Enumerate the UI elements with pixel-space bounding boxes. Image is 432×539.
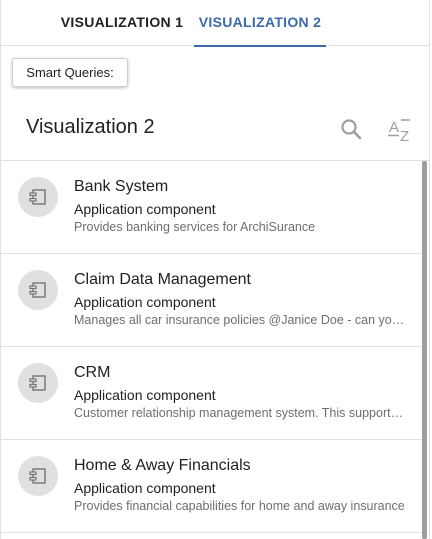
- list-item[interactable]: Claim Data Management Application compon…: [0, 254, 422, 347]
- item-description: Provides financial capabilities for home…: [74, 499, 405, 513]
- list-item[interactable]: CRM Application component Customer relat…: [0, 347, 422, 440]
- item-description: Manages all car insurance policies @Jani…: [74, 313, 408, 327]
- application-component-icon: [29, 189, 46, 205]
- avatar: [18, 363, 58, 403]
- item-type: Application component: [74, 387, 216, 403]
- avatar: [18, 270, 58, 310]
- sort-icon-letter-a: A: [389, 119, 399, 136]
- item-name: CRM: [74, 364, 111, 381]
- tab-visualization-2[interactable]: VISUALIZATION 2: [194, 0, 326, 47]
- item-description: Customer relationship management system.…: [74, 406, 408, 420]
- smart-queries-button[interactable]: Smart Queries:: [12, 58, 128, 87]
- element-list: Bank System Application component Provid…: [0, 161, 422, 533]
- sort-alpha-icon[interactable]: A Z: [386, 116, 416, 144]
- tab-bar: VISUALIZATION 1 VISUALIZATION 2: [0, 0, 430, 47]
- application-component-icon: [29, 468, 46, 484]
- list-item[interactable]: Bank System Application component Provid…: [0, 161, 422, 254]
- scrollbar[interactable]: [422, 161, 427, 539]
- item-name: Bank System: [74, 178, 169, 195]
- item-type: Application component: [74, 480, 216, 496]
- tab-visualization-1[interactable]: VISUALIZATION 1: [58, 0, 186, 46]
- search-icon[interactable]: [339, 117, 363, 141]
- sort-icon-letter-z: Z: [400, 128, 409, 144]
- application-component-icon: [29, 375, 46, 391]
- item-description: Provides banking services for ArchiSuran…: [74, 220, 316, 234]
- item-name: Claim Data Management: [74, 271, 251, 288]
- item-name: Home & Away Financials: [74, 457, 251, 474]
- item-type: Application component: [74, 294, 216, 310]
- item-type: Application component: [74, 201, 216, 217]
- list-item[interactable]: Home & Away Financials Application compo…: [0, 440, 422, 533]
- page-title: Visualization 2: [26, 116, 155, 138]
- avatar: [18, 177, 58, 217]
- application-component-icon: [29, 282, 46, 298]
- avatar: [18, 456, 58, 496]
